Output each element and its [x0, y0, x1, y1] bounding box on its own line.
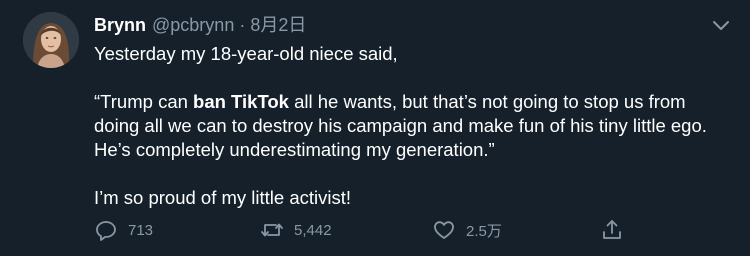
- like-count: 2.5万: [466, 222, 502, 240]
- separator-dot: ·: [239, 15, 246, 35]
- retweet-count: 5,442: [294, 221, 332, 239]
- tweet-actions: 713 5,442 2.5万: [94, 216, 734, 244]
- tweet-line-closing: I’m so proud of my little activist!: [94, 187, 352, 208]
- quote-bold: ban TikTok: [193, 91, 289, 112]
- quote-prefix: “Trump can: [94, 91, 194, 112]
- retweet-button[interactable]: 5,442: [260, 216, 332, 244]
- tweet-quote: “Trump can ban TikTok all he wants, but …: [94, 90, 734, 162]
- avatar-image: [23, 12, 79, 68]
- author-handle[interactable]: @pcbrynn: [152, 14, 234, 36]
- tweet-date[interactable]: 8月2日: [250, 14, 306, 36]
- tweet-header: Brynn @pcbrynn · 8月2日: [94, 14, 306, 36]
- reply-icon: [96, 221, 116, 241]
- share-icon: [603, 220, 621, 239]
- tweet[interactable]: Brynn @pcbrynn · 8月2日 Yesterday my 18-ye…: [0, 0, 750, 256]
- retweet-icon: [261, 223, 283, 237]
- author-name[interactable]: Brynn: [94, 14, 146, 36]
- avatar[interactable]: [23, 12, 79, 68]
- tweet-text: Yesterday my 18-year-old niece said, “Tr…: [94, 42, 734, 210]
- tweet-line-intro: Yesterday my 18-year-old niece said,: [94, 43, 398, 64]
- heart-icon: [434, 221, 454, 239]
- chevron-down-icon: [713, 21, 729, 30]
- like-button[interactable]: 2.5万: [432, 216, 502, 244]
- share-button[interactable]: [600, 216, 634, 244]
- more-options-button[interactable]: [712, 20, 730, 32]
- reply-count: 713: [128, 221, 154, 239]
- reply-button[interactable]: 713: [94, 216, 153, 244]
